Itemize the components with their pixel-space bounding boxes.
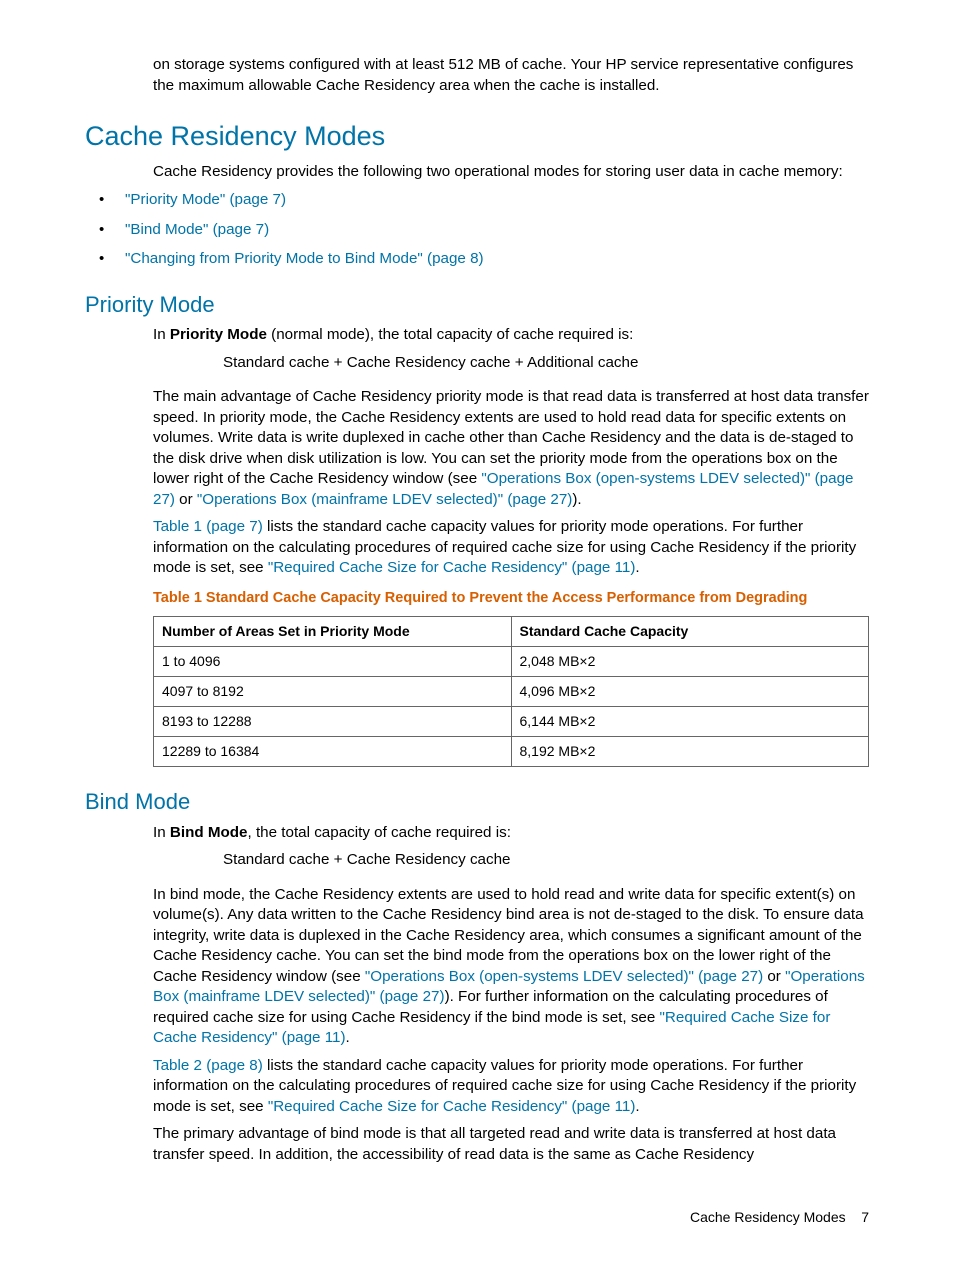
link-table-2[interactable]: Table 2 (page 8) bbox=[153, 1057, 263, 1074]
priority-table-ref: Table 1 (page 7) lists the standard cach… bbox=[153, 517, 869, 579]
text: . bbox=[635, 559, 639, 576]
text: , the total capacity of cache required i… bbox=[248, 824, 511, 841]
text: or bbox=[763, 968, 785, 985]
cell: 8193 to 12288 bbox=[154, 707, 512, 737]
priority-mode-bold: Priority Mode bbox=[170, 326, 267, 343]
intro-continuation: on storage systems configured with at le… bbox=[153, 55, 869, 96]
heading-priority-mode: Priority Mode bbox=[85, 290, 869, 320]
link-changing-mode[interactable]: "Changing from Priority Mode to Bind Mod… bbox=[125, 250, 484, 267]
cell: 4097 to 8192 bbox=[154, 677, 512, 707]
footer-section: Cache Residency Modes bbox=[690, 1209, 846, 1225]
bind-advantage: The primary advantage of bind mode is th… bbox=[153, 1124, 869, 1165]
cell: 8,192 MB×2 bbox=[511, 737, 869, 767]
table-1: Number of Areas Set in Priority Mode Sta… bbox=[153, 616, 869, 766]
priority-description: The main advantage of Cache Residency pr… bbox=[153, 387, 869, 510]
cell: 6,144 MB×2 bbox=[511, 707, 869, 737]
heading-cache-residency-modes: Cache Residency Modes bbox=[85, 118, 869, 154]
cell: 2,048 MB×2 bbox=[511, 647, 869, 677]
priority-intro: In Priority Mode (normal mode), the tota… bbox=[153, 325, 869, 346]
text: In bbox=[153, 824, 170, 841]
cell: 4,096 MB×2 bbox=[511, 677, 869, 707]
link-required-cache-size-3[interactable]: "Required Cache Size for Cache Residency… bbox=[268, 1098, 636, 1115]
link-table-1[interactable]: Table 1 (page 7) bbox=[153, 518, 263, 535]
bind-table-ref: Table 2 (page 8) lists the standard cach… bbox=[153, 1056, 869, 1118]
priority-formula: Standard cache + Cache Residency cache +… bbox=[223, 353, 869, 374]
list-item: "Bind Mode" (page 7) bbox=[85, 220, 869, 241]
table-row: 4097 to 81924,096 MB×2 bbox=[154, 677, 869, 707]
table-row: 1 to 40962,048 MB×2 bbox=[154, 647, 869, 677]
page-footer: Cache Residency Modes 7 bbox=[690, 1208, 869, 1227]
text: ). bbox=[572, 491, 581, 508]
bind-description: In bind mode, the Cache Residency extent… bbox=[153, 885, 869, 1049]
text: . bbox=[635, 1098, 639, 1115]
table-1-caption: Table 1 Standard Cache Capacity Required… bbox=[153, 589, 869, 609]
table-row: 8193 to 122886,144 MB×2 bbox=[154, 707, 869, 737]
modes-list: "Priority Mode" (page 7) "Bind Mode" (pa… bbox=[85, 190, 869, 270]
link-bind-mode[interactable]: "Bind Mode" (page 7) bbox=[125, 221, 269, 238]
cell: 1 to 4096 bbox=[154, 647, 512, 677]
link-ops-box-open-2[interactable]: "Operations Box (open-systems LDEV selec… bbox=[365, 968, 763, 985]
bind-mode-bold: Bind Mode bbox=[170, 824, 248, 841]
heading-bind-mode: Bind Mode bbox=[85, 787, 869, 817]
link-priority-mode[interactable]: "Priority Mode" (page 7) bbox=[125, 191, 286, 208]
table-row: 12289 to 163848,192 MB×2 bbox=[154, 737, 869, 767]
cell: 12289 to 16384 bbox=[154, 737, 512, 767]
text: or bbox=[175, 491, 197, 508]
text: . bbox=[346, 1029, 350, 1046]
table-header: Number of Areas Set in Priority Mode bbox=[154, 617, 512, 647]
list-item: "Priority Mode" (page 7) bbox=[85, 190, 869, 211]
bind-formula: Standard cache + Cache Residency cache bbox=[223, 850, 869, 871]
table-header: Standard Cache Capacity bbox=[511, 617, 869, 647]
bind-intro: In Bind Mode, the total capacity of cach… bbox=[153, 823, 869, 844]
footer-page-number: 7 bbox=[861, 1209, 869, 1225]
list-item: "Changing from Priority Mode to Bind Mod… bbox=[85, 249, 869, 270]
modes-intro: Cache Residency provides the following t… bbox=[153, 162, 869, 183]
link-required-cache-size[interactable]: "Required Cache Size for Cache Residency… bbox=[268, 559, 636, 576]
text: (normal mode), the total capacity of cac… bbox=[267, 326, 633, 343]
text: In bbox=[153, 326, 170, 343]
link-ops-box-mainframe[interactable]: "Operations Box (mainframe LDEV selected… bbox=[197, 491, 572, 508]
